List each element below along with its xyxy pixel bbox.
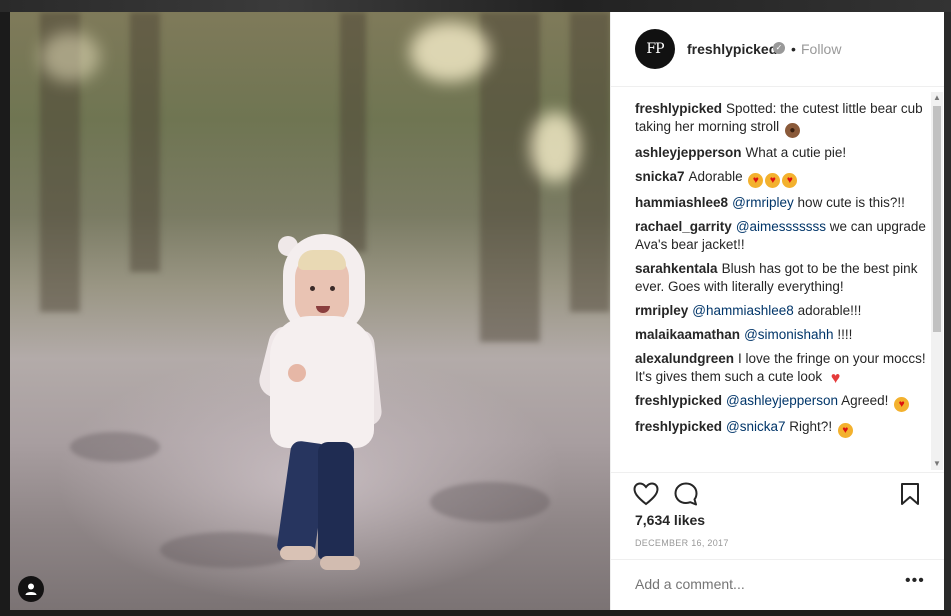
comment-mention[interactable]: @aimesssssss [736, 219, 826, 234]
tree-trunk [130, 12, 160, 272]
comment-text: Adorable [688, 169, 743, 184]
hair [298, 250, 346, 270]
comment-item: sarahkentala Blush has got to be the best… [635, 260, 927, 296]
post-header: FP freshlypicked ✓ • Follow [611, 12, 945, 87]
light-glow [530, 112, 580, 182]
heart-eyes-emoji-icon: ♥ [765, 173, 781, 188]
bookmark-icon[interactable] [897, 481, 923, 507]
heart-emoji-icon: ♥ [830, 370, 841, 387]
comment-item: rachael_garrity @aimesssssss we can upgra… [635, 218, 927, 254]
speech-bubble-icon[interactable] [673, 481, 699, 507]
header-username[interactable]: freshlypicked [687, 41, 777, 57]
tree-trunk [480, 12, 540, 342]
heart-eyes-emoji-icon: ♥ [782, 173, 798, 188]
comment-list: freshlypicked Spotted: the cutest little … [635, 100, 927, 466]
jacket [270, 316, 374, 448]
comment-item: hammiashlee8 @rmripley how cute is this?!… [635, 194, 927, 212]
eye-right [330, 286, 335, 291]
comment-username[interactable]: freshlypicked [635, 419, 722, 434]
comments-scrollbar[interactable]: ▲ ▼ [931, 92, 943, 470]
heart-eyes-emoji-icon: ♥ [748, 173, 764, 188]
user-tag-icon[interactable] [18, 576, 44, 602]
heart-eyes-emoji-icon: ♥ [837, 423, 853, 438]
comment-text: !!!! [837, 327, 853, 342]
comment-item: malaikaamathan @simonishahh !!!! [635, 326, 927, 344]
leaf-litter [70, 432, 160, 462]
hand [288, 364, 306, 382]
post-sidebar: FP freshlypicked ✓ • Follow freshlypicke… [610, 12, 945, 610]
comment-username[interactable]: alexalundgreen [635, 351, 734, 366]
comment-username[interactable]: malaikaamathan [635, 327, 740, 342]
comment-text: What a cutie pie! [745, 145, 847, 160]
comment-text: Right?! [789, 419, 833, 434]
window-edge [944, 12, 951, 610]
comment-text: adorable!!! [797, 303, 862, 318]
more-options-icon[interactable]: ••• [905, 572, 925, 590]
comment-item: freshlypicked Spotted: the cutest little … [635, 100, 927, 138]
heart-outline-icon[interactable] [633, 481, 659, 507]
post-photo[interactable] [10, 12, 610, 610]
comment-text: how cute is this?!! [797, 195, 905, 210]
page-backdrop [0, 0, 951, 12]
leg-right [318, 442, 354, 560]
light-glow [40, 32, 100, 82]
scroll-up-arrow-icon[interactable]: ▲ [931, 92, 943, 104]
separator-dot: • [791, 41, 796, 57]
eye-left [310, 286, 315, 291]
comment-username[interactable]: hammiashlee8 [635, 195, 728, 210]
comment-username[interactable]: freshlypicked [635, 393, 722, 408]
comment-username[interactable]: sarahkentala [635, 261, 718, 276]
comment-item: freshlypicked @snicka7 Right?! ♥ [635, 418, 927, 438]
verified-badge-icon: ✓ [773, 42, 785, 54]
comment-item: rmripley @hammiashlee8 adorable!!! [635, 302, 927, 320]
comment-username[interactable]: ashleyjepperson [635, 145, 742, 160]
comment-mention[interactable]: @snicka7 [726, 419, 785, 434]
comment-item: freshlypicked @ashleyjepperson Agreed! ♥ [635, 392, 927, 412]
follow-button[interactable]: Follow [801, 41, 841, 57]
comment-mention[interactable]: @hammiashlee8 [692, 303, 794, 318]
post-date: DECEMBER 16, 2017 [635, 538, 729, 548]
comment-mention[interactable]: @rmripley [732, 195, 794, 210]
comment-mention[interactable]: @simonishahh [744, 327, 834, 342]
action-bar [611, 472, 945, 513]
toddler-figure [255, 234, 388, 574]
tree-trunk [340, 12, 366, 252]
comment-item: snicka7 Adorable ♥ ♥ ♥ [635, 168, 927, 188]
comment-username[interactable]: rmripley [635, 303, 688, 318]
leaf-litter [430, 482, 550, 522]
light-glow [410, 22, 490, 82]
comment-text: Agreed! [841, 393, 889, 408]
comment-item: alexalundgreen I love the fringe on your … [635, 350, 927, 387]
comment-username[interactable]: snicka7 [635, 169, 685, 184]
moccasin-right [320, 556, 360, 570]
comment-username[interactable]: freshlypicked [635, 101, 722, 116]
comment-mention[interactable]: @ashleyjepperson [726, 393, 838, 408]
moccasin-left [280, 546, 316, 560]
add-comment-section: ••• [611, 559, 945, 610]
heart-eyes-emoji-icon: ♥ [894, 397, 910, 412]
likes-count[interactable]: 7,634 likes [635, 512, 705, 528]
comment-username[interactable]: rachael_garrity [635, 219, 732, 234]
scroll-down-arrow-icon[interactable]: ▼ [931, 458, 943, 470]
scroll-thumb[interactable] [933, 106, 941, 332]
comment-item: ashleyjepperson What a cutie pie! [635, 144, 927, 162]
bear-emoji-icon: ● [784, 123, 800, 138]
add-comment-input[interactable] [635, 576, 885, 592]
avatar[interactable]: FP [635, 29, 675, 69]
